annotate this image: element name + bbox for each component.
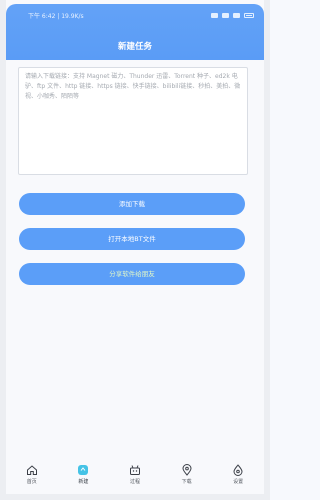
open-local-bt-file-button[interactable]: 打开本地BT文件 <box>19 228 245 250</box>
status-time: 下午 6:42 | 19.9K/s <box>28 12 84 20</box>
screen-bottom-edge <box>0 494 270 500</box>
settings-icon <box>233 464 243 476</box>
tab-download-label: 下载 <box>181 479 192 485</box>
download-icon <box>182 464 192 476</box>
wifi-icon <box>233 12 240 18</box>
add-download-button[interactable]: 添加下载 <box>19 193 245 215</box>
tab-download[interactable]: 下载 <box>169 464 205 485</box>
tab-settings[interactable]: 设置 <box>220 464 256 485</box>
battery-icon <box>244 12 254 18</box>
progress-icon <box>129 465 140 475</box>
status-bar: 下午 6:42 | 19.9K/s <box>6 10 264 20</box>
alarm-icon <box>211 12 218 18</box>
page-title: 新建任务 <box>117 42 152 52</box>
tab-new-label: 新建 <box>78 479 89 485</box>
tab-new[interactable]: 新建 <box>65 464 101 485</box>
home-icon <box>26 465 37 475</box>
tab-progress-label: 过程 <box>129 479 140 485</box>
download-link-card <box>18 67 248 175</box>
bottom-tab-bar: 首页 新建 过程 下载 设置 <box>6 464 264 494</box>
tab-home-label: 首页 <box>26 479 37 485</box>
status-icons <box>211 12 254 18</box>
tab-settings-label: 设置 <box>233 479 244 485</box>
tab-progress[interactable]: 过程 <box>117 464 153 485</box>
download-link-input[interactable] <box>19 68 247 174</box>
tab-home[interactable]: 首页 <box>14 464 50 485</box>
app-header: 下午 6:42 | 19.9K/s 新建任务 <box>6 4 264 60</box>
signal-icon <box>222 12 229 18</box>
share-app-button[interactable]: 分享软件给朋友 <box>19 263 245 285</box>
new-task-icon <box>78 465 89 475</box>
